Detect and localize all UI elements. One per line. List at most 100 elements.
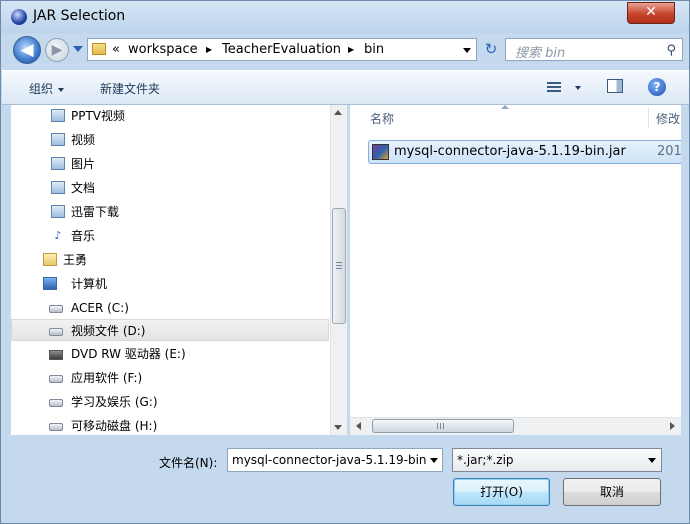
open-button[interactable]: 打开(O) (453, 478, 550, 506)
scrollbar-thumb[interactable] (372, 419, 514, 433)
column-header-name[interactable]: 名称 (370, 110, 394, 127)
search-icon[interactable]: ⚲ (666, 43, 676, 58)
scroll-up-arrow-icon[interactable] (334, 110, 342, 115)
nav-item-label: 王勇 (63, 253, 88, 267)
dialog-footer: 文件名(N): mysql-connector-java-5.1.19-bin.… (1, 437, 689, 523)
nav-item-drive-f[interactable]: 应用软件 (F:) (11, 367, 329, 389)
preview-pane-icon[interactable] (607, 79, 623, 93)
navigation-pane-scrollbar[interactable] (330, 105, 347, 435)
address-dropdown-icon[interactable] (463, 48, 471, 53)
scroll-down-arrow-icon[interactable] (334, 425, 342, 430)
app-icon (11, 9, 27, 25)
nav-item-label: DVD RW 驱动器 (E:) (71, 347, 186, 361)
scroll-left-arrow-icon[interactable] (356, 422, 361, 430)
filename-label: 文件名(N): (159, 456, 218, 470)
nav-item-label: ACER (C:) (71, 301, 129, 315)
nav-item-user-wangyong[interactable]: 王勇 (11, 249, 329, 271)
nav-item-pictures[interactable]: 图片 (11, 153, 329, 175)
nav-item-label: PPTV视频 (71, 109, 126, 123)
breadcrumb-overflow[interactable]: « (112, 42, 120, 57)
recent-pages-dropdown-icon[interactable] (73, 46, 83, 52)
dvd-drive-icon (49, 350, 63, 360)
nav-item-label: 计算机 (71, 277, 108, 291)
nav-item-label: 应用软件 (F:) (71, 371, 143, 385)
grip-icon (437, 423, 445, 429)
nav-item-label: 文档 (71, 181, 96, 195)
nav-item-label: 可移动磁盘 (H:) (71, 419, 158, 433)
nav-item-music[interactable]: ♪ 音乐 (11, 225, 329, 247)
file-date: 201 (657, 144, 681, 159)
nav-item-label: 学习及娱乐 (G:) (71, 395, 158, 409)
drive-icon (49, 375, 63, 383)
navigation-pane: PPTV视频 视频 图片 文档 迅雷下载 ♪ 音乐 王勇 计算机 ACER (C… (11, 105, 346, 435)
filename-dropdown-icon[interactable] (426, 449, 442, 471)
nav-item-label: 视频 (71, 133, 96, 147)
file-type-filter-select[interactable]: *.jar;*.zip (452, 448, 662, 472)
filename-value: mysql-connector-java-5.1.19-bin.jar (232, 453, 443, 467)
file-name: mysql-connector-java-5.1.19-bin.jar (394, 144, 626, 159)
folder-icon (92, 43, 106, 55)
library-icon (51, 109, 65, 122)
navigation-bar: ◀ ▶ « workspace ▶ TeacherEvaluation ▶ bi… (5, 33, 685, 67)
forward-button[interactable]: ▶ (45, 38, 69, 62)
search-placeholder: 搜索 bin (515, 46, 566, 61)
file-list-pane: 名称 修改 mysql-connector-java-5.1.19-bin.ja… (350, 105, 681, 435)
jar-selection-dialog: JAR Selection ✕ ◀ ▶ « workspace ▶ Teache… (0, 0, 690, 524)
column-divider[interactable] (648, 108, 649, 128)
drive-icon (49, 305, 63, 313)
grip-icon (336, 262, 342, 270)
scrollbar-thumb[interactable] (332, 208, 346, 324)
nav-item-removable-drive-h[interactable]: 可移动磁盘 (H:) (11, 415, 329, 435)
filename-input[interactable]: mysql-connector-java-5.1.19-bin.jar (227, 448, 443, 472)
drive-icon (49, 399, 63, 407)
breadcrumb-teacherevaluation[interactable]: TeacherEvaluation (222, 42, 341, 57)
jar-file-icon (372, 144, 389, 160)
scroll-right-arrow-icon[interactable] (670, 422, 675, 430)
file-row[interactable]: mysql-connector-java-5.1.19-bin.jar 201 (368, 140, 681, 164)
new-folder-button[interactable]: 新建文件夹 (100, 80, 160, 97)
sort-ascending-icon (501, 105, 509, 109)
breadcrumb-bin[interactable]: bin (364, 42, 384, 57)
address-bar[interactable]: « workspace ▶ TeacherEvaluation ▶ bin (87, 38, 477, 61)
library-icon (51, 205, 65, 218)
nav-item-label: 迅雷下载 (71, 205, 120, 219)
chevron-down-icon (648, 458, 656, 463)
nav-item-drive-d[interactable]: 视频文件 (D:) (11, 319, 329, 341)
title-bar[interactable]: JAR Selection ✕ (1, 1, 689, 33)
nav-item-pptv-video[interactable]: PPTV视频 (11, 105, 329, 127)
nav-item-xunlei-downloads[interactable]: 迅雷下载 (11, 201, 329, 223)
search-box[interactable]: 搜索 bin ⚲ (505, 38, 683, 61)
breadcrumb-separator-icon[interactable]: ▶ (348, 45, 354, 54)
drive-icon (49, 328, 63, 336)
library-icon (51, 133, 65, 146)
nav-item-computer[interactable]: 计算机 (11, 273, 329, 295)
file-list-horizontal-scrollbar[interactable] (350, 417, 681, 435)
nav-item-drive-g[interactable]: 学习及娱乐 (G:) (11, 391, 329, 413)
breadcrumb-workspace[interactable]: workspace (128, 42, 198, 57)
breadcrumb-separator-icon[interactable]: ▶ (206, 45, 212, 54)
close-button[interactable]: ✕ (627, 2, 675, 24)
refresh-icon[interactable]: ↻ (481, 40, 501, 60)
nav-item-label: 音乐 (71, 229, 96, 243)
library-icon (51, 157, 65, 170)
organize-menu[interactable]: 组织 (29, 80, 65, 97)
views-icon[interactable] (547, 82, 561, 94)
user-folder-icon (43, 253, 57, 266)
back-button[interactable]: ◀ (13, 36, 41, 64)
nav-item-dvd-drive-e[interactable]: DVD RW 驱动器 (E:) (11, 343, 329, 365)
organize-label: 组织 (29, 82, 54, 96)
drive-icon (49, 423, 63, 431)
nav-item-label: 视频文件 (D:) (71, 324, 146, 338)
cancel-button[interactable]: 取消 (563, 478, 661, 506)
music-icon: ♪ (54, 229, 62, 242)
views-dropdown-icon[interactable] (575, 86, 581, 90)
help-icon[interactable]: ? (648, 78, 666, 96)
nav-item-documents[interactable]: 文档 (11, 177, 329, 199)
command-toolbar: 组织 新建文件夹 ? (2, 70, 689, 105)
nav-item-videos[interactable]: 视频 (11, 129, 329, 151)
library-icon (51, 181, 65, 194)
column-header-modified[interactable]: 修改 (656, 110, 680, 127)
nav-item-drive-c[interactable]: ACER (C:) (11, 297, 329, 319)
nav-item-label: 图片 (71, 157, 96, 171)
chevron-down-icon (58, 87, 65, 92)
